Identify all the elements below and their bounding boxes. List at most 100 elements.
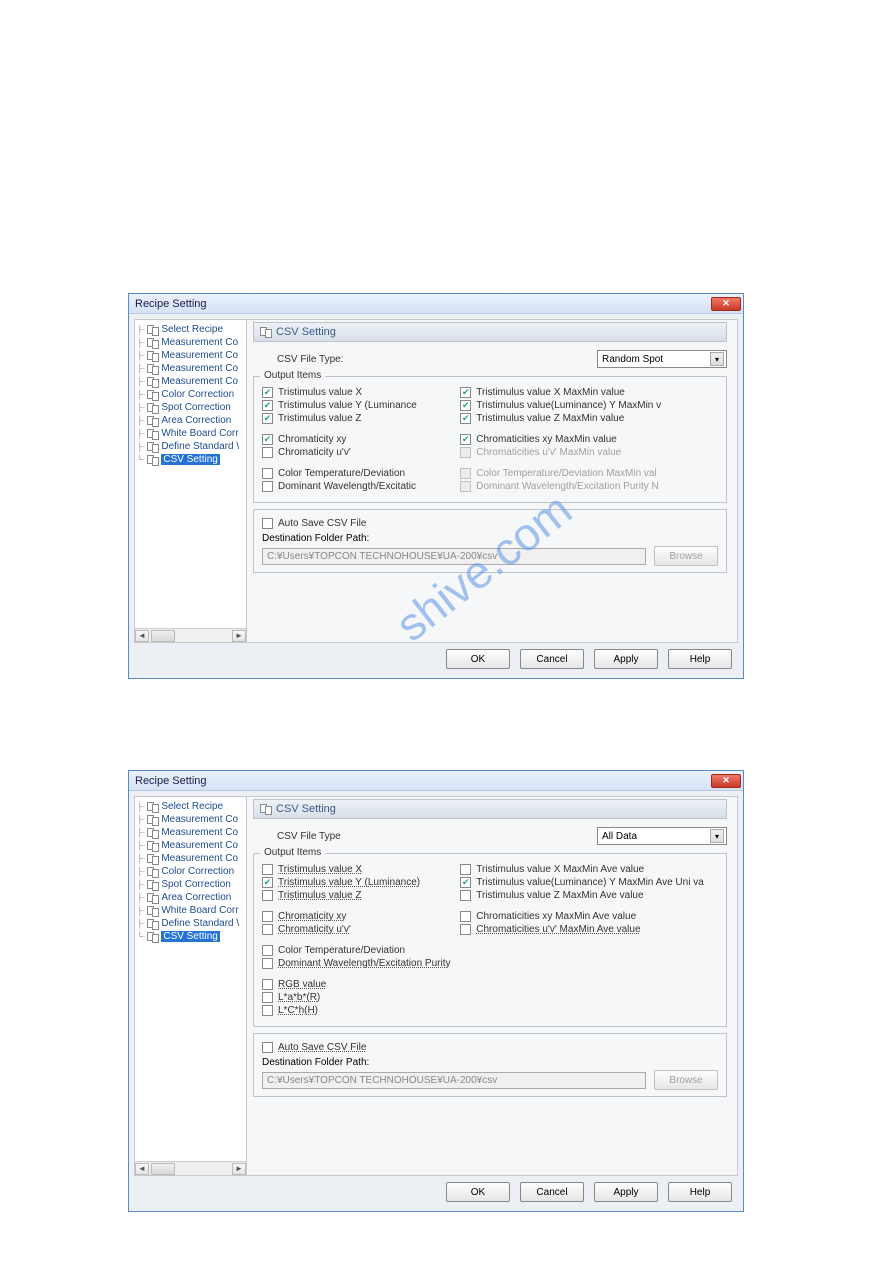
output-item-checkbox[interactable] (262, 979, 273, 990)
scroll-left-icon[interactable]: ◄ (135, 1163, 149, 1175)
csv-file-type-select[interactable]: All Data ▾ (597, 827, 727, 845)
help-button[interactable]: Help (668, 1182, 732, 1202)
output-item-row: Tristimulus value(Luminance) Y MaxMin v (460, 400, 718, 411)
help-button[interactable]: Help (668, 649, 732, 669)
output-item-checkbox[interactable] (262, 468, 273, 479)
scroll-right-icon[interactable]: ► (232, 630, 246, 642)
output-item-row: Dominant Wavelength/Excitation Purity N (460, 481, 718, 492)
cancel-button[interactable]: Cancel (520, 649, 584, 669)
cancel-button[interactable]: Cancel (520, 1182, 584, 1202)
tree-item[interactable]: └·CSV Setting (135, 453, 246, 466)
output-item-checkbox[interactable] (262, 1005, 273, 1016)
output-item-checkbox[interactable] (262, 877, 273, 888)
output-item-checkbox[interactable] (262, 890, 273, 901)
output-item-row: L*C*h(H) (262, 1005, 460, 1016)
ok-button[interactable]: OK (446, 1182, 510, 1202)
tree-item[interactable]: ├·Select Recipe (135, 323, 246, 336)
autosave-checkbox[interactable] (262, 518, 273, 529)
output-item-checkbox[interactable] (460, 387, 471, 398)
ok-button[interactable]: OK (446, 649, 510, 669)
output-item-checkbox[interactable] (460, 434, 471, 445)
tree-item[interactable]: ├·Select Recipe (135, 800, 246, 813)
tree-item[interactable]: ├·Color Correction (135, 388, 246, 401)
tree-item-label: White Board Corr (161, 905, 238, 916)
tree-item[interactable]: ├·Measurement Co (135, 336, 246, 349)
tree-item[interactable]: ├·Measurement Co (135, 349, 246, 362)
output-item-row: Tristimulus value X MaxMin value (460, 387, 718, 398)
tree-item[interactable]: └·CSV Setting (135, 930, 246, 943)
output-item-checkbox[interactable] (262, 864, 273, 875)
csv-setting-panel: CSV Setting CSV File Type: Random Spot ▾… (247, 320, 737, 642)
horizontal-scrollbar[interactable]: ◄ ► (135, 1161, 246, 1175)
tree-branch-icon: ├· (135, 815, 147, 824)
output-item-checkbox[interactable] (262, 447, 273, 458)
browse-button: Browse (654, 1070, 718, 1090)
apply-button[interactable]: Apply (594, 1182, 658, 1202)
output-item-checkbox[interactable] (460, 400, 471, 411)
output-item-checkbox[interactable] (262, 481, 273, 492)
pages-icon (147, 338, 159, 348)
output-item-row: Chromaticities u'v' MaxMin value (460, 447, 718, 458)
output-item-checkbox[interactable] (460, 864, 471, 875)
scroll-thumb[interactable] (151, 1163, 175, 1175)
output-item-checkbox[interactable] (262, 992, 273, 1003)
tree-branch-icon: ├· (135, 364, 147, 373)
output-item-checkbox[interactable] (262, 958, 273, 969)
output-item-checkbox[interactable] (460, 890, 471, 901)
tree-item[interactable]: ├·Area Correction (135, 891, 246, 904)
tree-item[interactable]: ├·Define Standard \ (135, 917, 246, 930)
tree-item[interactable]: ├·Measurement Co (135, 375, 246, 388)
tree-item[interactable]: ├·Color Correction (135, 865, 246, 878)
autosave-checkbox[interactable] (262, 1042, 273, 1053)
csv-file-type-select[interactable]: Random Spot ▾ (597, 350, 727, 368)
apply-button[interactable]: Apply (594, 649, 658, 669)
tree-item[interactable]: ├·Area Correction (135, 414, 246, 427)
pages-icon (147, 880, 159, 890)
pages-icon (147, 351, 159, 361)
output-item-label: Tristimulus value X (278, 387, 362, 398)
tree-branch-icon: ├· (135, 854, 147, 863)
output-item-checkbox[interactable] (262, 400, 273, 411)
tree-branch-icon: ├· (135, 906, 147, 915)
tree-item[interactable]: ├· Measurement Co (135, 826, 246, 839)
pages-icon (147, 390, 159, 400)
output-item-checkbox[interactable] (460, 413, 471, 424)
output-item-checkbox[interactable] (460, 911, 471, 922)
tree-item[interactable]: ├·Measurement Co (135, 362, 246, 375)
tree-item[interactable]: ├·Define Standard \ (135, 440, 246, 453)
output-item-checkbox[interactable] (262, 911, 273, 922)
output-item-checkbox[interactable] (262, 924, 273, 935)
panel-title: CSV Setting (253, 322, 727, 342)
output-item-label: Chromaticities u'v' MaxMin Ave value (476, 924, 640, 935)
tree-item[interactable]: ├·Spot Correction (135, 401, 246, 414)
tree-item[interactable]: ├· White Board Corr (135, 904, 246, 917)
tree-item-label: Measurement Co (161, 827, 238, 838)
output-item-checkbox[interactable] (262, 434, 273, 445)
tree-branch-icon: ├· (135, 338, 147, 347)
chevron-down-icon: ▾ (710, 352, 724, 366)
scroll-thumb[interactable] (151, 630, 175, 642)
output-item-label: Dominant Wavelength/Excitatic (278, 481, 416, 492)
output-item-label: L*C*h(H) (278, 1005, 318, 1016)
output-item-checkbox[interactable] (262, 387, 273, 398)
tree-item-label: Measurement Co (161, 814, 238, 825)
close-icon[interactable]: ✕ (711, 297, 741, 311)
output-item-checkbox[interactable] (262, 413, 273, 424)
tree-branch-icon: ├· (135, 442, 147, 451)
scroll-right-icon[interactable]: ► (232, 1163, 246, 1175)
close-icon[interactable]: ✕ (711, 774, 741, 788)
output-item-row: Tristimulus value Z (262, 890, 460, 901)
tree-item[interactable]: ├·Measurement Co (135, 852, 246, 865)
tree-item[interactable]: ├·White Board Corr (135, 427, 246, 440)
tree-item[interactable]: ├· Measurement Co (135, 813, 246, 826)
output-item-checkbox[interactable] (262, 945, 273, 956)
tree-item[interactable]: ├·Measurement Co (135, 839, 246, 852)
pages-icon (147, 403, 159, 413)
output-item-checkbox[interactable] (460, 924, 471, 935)
scroll-left-icon[interactable]: ◄ (135, 630, 149, 642)
tree-branch-icon: ├· (135, 828, 147, 837)
output-item-row: Chromaticities xy MaxMin value (460, 434, 718, 445)
output-item-checkbox[interactable] (460, 877, 471, 888)
tree-item[interactable]: ├·Spot Correction (135, 878, 246, 891)
horizontal-scrollbar[interactable]: ◄ ► (135, 628, 246, 642)
